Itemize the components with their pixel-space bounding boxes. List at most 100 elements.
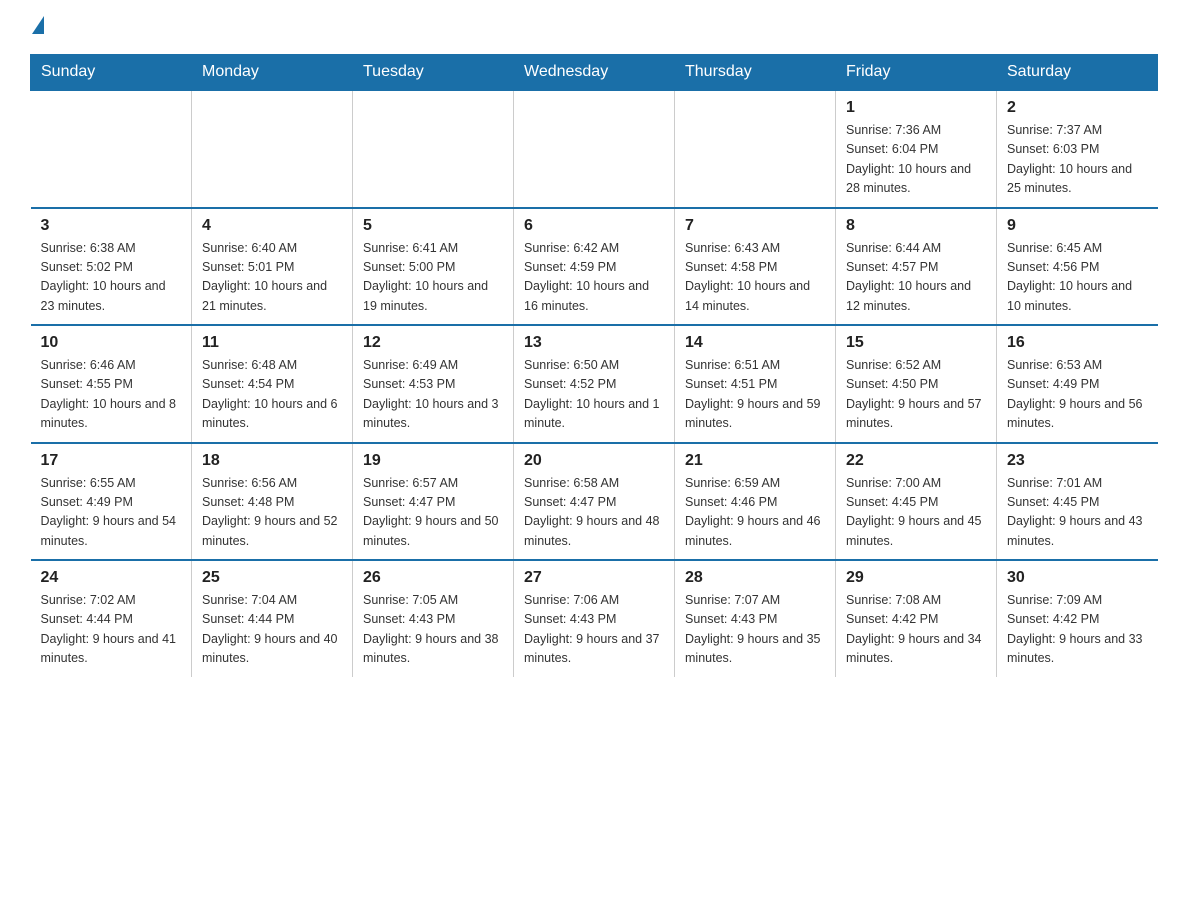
day-number: 10 xyxy=(41,334,182,352)
calendar-cell: 26 Sunrise: 7:05 AM Sunset: 4:43 PM Dayli… xyxy=(353,560,514,677)
day-info: Sunrise: 6:58 AM Sunset: 4:47 PM Dayligh… xyxy=(524,474,664,552)
calendar-cell: 8 Sunrise: 6:44 AM Sunset: 4:57 PM Daylig… xyxy=(836,208,997,326)
day-info: Sunrise: 7:09 AM Sunset: 4:42 PM Dayligh… xyxy=(1007,591,1148,669)
day-info: Sunrise: 6:41 AM Sunset: 5:00 PM Dayligh… xyxy=(363,239,503,317)
day-info: Sunrise: 6:57 AM Sunset: 4:47 PM Dayligh… xyxy=(363,474,503,552)
calendar-cell: 16 Sunrise: 6:53 AM Sunset: 4:49 PM Dayli… xyxy=(997,325,1158,443)
calendar-row-2: 10 Sunrise: 6:46 AM Sunset: 4:55 PM Dayli… xyxy=(31,325,1158,443)
day-number: 2 xyxy=(1007,99,1148,117)
day-info: Sunrise: 6:45 AM Sunset: 4:56 PM Dayligh… xyxy=(1007,239,1148,317)
day-number: 4 xyxy=(202,217,342,235)
calendar-cell: 14 Sunrise: 6:51 AM Sunset: 4:51 PM Dayli… xyxy=(675,325,836,443)
day-info: Sunrise: 6:56 AM Sunset: 4:48 PM Dayligh… xyxy=(202,474,342,552)
calendar-cell: 9 Sunrise: 6:45 AM Sunset: 4:56 PM Daylig… xyxy=(997,208,1158,326)
day-number: 20 xyxy=(524,452,664,470)
calendar-row-1: 3Sunrise: 6:38 AM Sunset: 5:02 PM Daylig… xyxy=(31,208,1158,326)
logo xyxy=(30,20,44,38)
day-number: 15 xyxy=(846,334,986,352)
day-info: Sunrise: 6:49 AM Sunset: 4:53 PM Dayligh… xyxy=(363,356,503,434)
calendar-row-3: 17 Sunrise: 6:55 AM Sunset: 4:49 PM Dayli… xyxy=(31,443,1158,561)
weekday-header-thursday: Thursday xyxy=(675,55,836,91)
day-number: 24 xyxy=(41,569,182,587)
day-number: 5 xyxy=(363,217,503,235)
weekday-header-monday: Monday xyxy=(192,55,353,91)
day-info: Sunrise: 6:38 AM Sunset: 5:02 PM Dayligh… xyxy=(41,239,182,317)
day-number: 1 xyxy=(846,99,986,117)
day-info: Sunrise: 7:07 AM Sunset: 4:43 PM Dayligh… xyxy=(685,591,825,669)
day-info: Sunrise: 6:50 AM Sunset: 4:52 PM Dayligh… xyxy=(524,356,664,434)
calendar-cell: 6Sunrise: 6:42 AM Sunset: 4:59 PM Daylig… xyxy=(514,208,675,326)
calendar-row-4: 24Sunrise: 7:02 AM Sunset: 4:44 PM Dayli… xyxy=(31,560,1158,677)
page-header xyxy=(30,20,1158,38)
day-info: Sunrise: 6:53 AM Sunset: 4:49 PM Dayligh… xyxy=(1007,356,1148,434)
calendar-cell: 11 Sunrise: 6:48 AM Sunset: 4:54 PM Dayli… xyxy=(192,325,353,443)
day-info: Sunrise: 6:43 AM Sunset: 4:58 PM Dayligh… xyxy=(685,239,825,317)
day-number: 14 xyxy=(685,334,825,352)
calendar-row-0: 1 Sunrise: 7:36 AM Sunset: 6:04 PM Daylig… xyxy=(31,90,1158,208)
calendar-cell: 27Sunrise: 7:06 AM Sunset: 4:43 PM Dayli… xyxy=(514,560,675,677)
day-info: Sunrise: 6:59 AM Sunset: 4:46 PM Dayligh… xyxy=(685,474,825,552)
day-info: Sunrise: 7:36 AM Sunset: 6:04 PM Dayligh… xyxy=(846,121,986,199)
day-number: 16 xyxy=(1007,334,1148,352)
calendar-cell xyxy=(514,90,675,208)
day-number: 7 xyxy=(685,217,825,235)
day-info: Sunrise: 6:46 AM Sunset: 4:55 PM Dayligh… xyxy=(41,356,182,434)
calendar-cell xyxy=(31,90,192,208)
day-info: Sunrise: 6:48 AM Sunset: 4:54 PM Dayligh… xyxy=(202,356,342,434)
weekday-header-saturday: Saturday xyxy=(997,55,1158,91)
weekday-header-friday: Friday xyxy=(836,55,997,91)
day-number: 26 xyxy=(363,569,503,587)
day-number: 23 xyxy=(1007,452,1148,470)
day-number: 11 xyxy=(202,334,342,352)
calendar-cell: 10 Sunrise: 6:46 AM Sunset: 4:55 PM Dayli… xyxy=(31,325,192,443)
calendar-cell: 17 Sunrise: 6:55 AM Sunset: 4:49 PM Dayli… xyxy=(31,443,192,561)
day-info: Sunrise: 7:08 AM Sunset: 4:42 PM Dayligh… xyxy=(846,591,986,669)
day-number: 13 xyxy=(524,334,664,352)
calendar-cell: 3Sunrise: 6:38 AM Sunset: 5:02 PM Daylig… xyxy=(31,208,192,326)
day-info: Sunrise: 7:01 AM Sunset: 4:45 PM Dayligh… xyxy=(1007,474,1148,552)
calendar-cell xyxy=(192,90,353,208)
day-number: 22 xyxy=(846,452,986,470)
calendar-cell: 15 Sunrise: 6:52 AM Sunset: 4:50 PM Dayli… xyxy=(836,325,997,443)
day-info: Sunrise: 7:04 AM Sunset: 4:44 PM Dayligh… xyxy=(202,591,342,669)
day-number: 21 xyxy=(685,452,825,470)
weekday-header-tuesday: Tuesday xyxy=(353,55,514,91)
day-number: 25 xyxy=(202,569,342,587)
day-info: Sunrise: 6:40 AM Sunset: 5:01 PM Dayligh… xyxy=(202,239,342,317)
calendar-cell: 29Sunrise: 7:08 AM Sunset: 4:42 PM Dayli… xyxy=(836,560,997,677)
day-number: 8 xyxy=(846,217,986,235)
logo-triangle-icon xyxy=(32,16,44,34)
day-info: Sunrise: 7:37 AM Sunset: 6:03 PM Dayligh… xyxy=(1007,121,1148,199)
calendar-cell: 21 Sunrise: 6:59 AM Sunset: 4:46 PM Dayli… xyxy=(675,443,836,561)
calendar-cell: 12Sunrise: 6:49 AM Sunset: 4:53 PM Dayli… xyxy=(353,325,514,443)
calendar-cell: 23 Sunrise: 7:01 AM Sunset: 4:45 PM Dayli… xyxy=(997,443,1158,561)
day-info: Sunrise: 6:55 AM Sunset: 4:49 PM Dayligh… xyxy=(41,474,182,552)
day-number: 19 xyxy=(363,452,503,470)
weekday-header-sunday: Sunday xyxy=(31,55,192,91)
calendar-cell: 24Sunrise: 7:02 AM Sunset: 4:44 PM Dayli… xyxy=(31,560,192,677)
calendar-cell: 5 Sunrise: 6:41 AM Sunset: 5:00 PM Daylig… xyxy=(353,208,514,326)
calendar-cell: 4 Sunrise: 6:40 AM Sunset: 5:01 PM Daylig… xyxy=(192,208,353,326)
day-number: 17 xyxy=(41,452,182,470)
day-number: 6 xyxy=(524,217,664,235)
day-info: Sunrise: 7:00 AM Sunset: 4:45 PM Dayligh… xyxy=(846,474,986,552)
calendar-cell: 2 Sunrise: 7:37 AM Sunset: 6:03 PM Daylig… xyxy=(997,90,1158,208)
day-info: Sunrise: 6:44 AM Sunset: 4:57 PM Dayligh… xyxy=(846,239,986,317)
calendar-cell: 18 Sunrise: 6:56 AM Sunset: 4:48 PM Dayli… xyxy=(192,443,353,561)
day-info: Sunrise: 6:52 AM Sunset: 4:50 PM Dayligh… xyxy=(846,356,986,434)
day-number: 30 xyxy=(1007,569,1148,587)
day-number: 27 xyxy=(524,569,664,587)
calendar-cell: 30 Sunrise: 7:09 AM Sunset: 4:42 PM Dayli… xyxy=(997,560,1158,677)
calendar-cell: 19 Sunrise: 6:57 AM Sunset: 4:47 PM Dayli… xyxy=(353,443,514,561)
day-number: 9 xyxy=(1007,217,1148,235)
weekday-header-row: SundayMondayTuesdayWednesdayThursdayFrid… xyxy=(31,55,1158,91)
calendar-cell: 1 Sunrise: 7:36 AM Sunset: 6:04 PM Daylig… xyxy=(836,90,997,208)
weekday-header-wednesday: Wednesday xyxy=(514,55,675,91)
calendar-cell: 25 Sunrise: 7:04 AM Sunset: 4:44 PM Dayli… xyxy=(192,560,353,677)
calendar-cell xyxy=(675,90,836,208)
day-info: Sunrise: 6:51 AM Sunset: 4:51 PM Dayligh… xyxy=(685,356,825,434)
calendar-cell: 7 Sunrise: 6:43 AM Sunset: 4:58 PM Daylig… xyxy=(675,208,836,326)
day-info: Sunrise: 7:05 AM Sunset: 4:43 PM Dayligh… xyxy=(363,591,503,669)
day-number: 28 xyxy=(685,569,825,587)
day-number: 18 xyxy=(202,452,342,470)
